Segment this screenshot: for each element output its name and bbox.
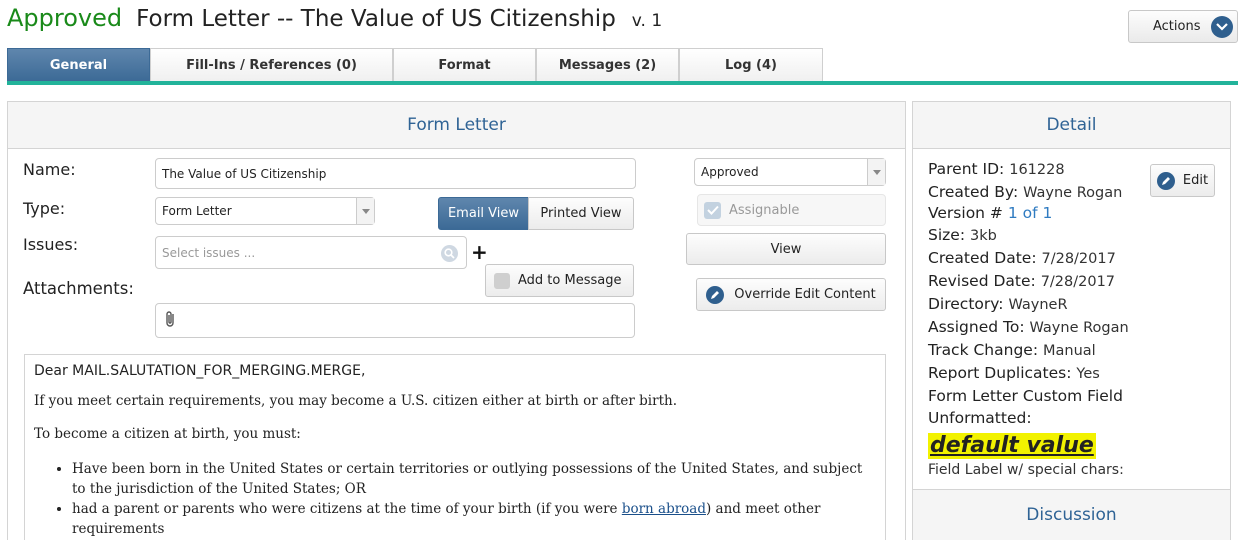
checkbox-icon: [494, 272, 510, 289]
status-label: Approved: [7, 4, 123, 32]
tab-label: Fill-Ins / References (0): [186, 57, 357, 73]
search-icon: [441, 245, 458, 265]
status-select[interactable]: Approved: [694, 158, 886, 186]
add-to-message-button[interactable]: Add to Message: [485, 264, 634, 297]
tab-label: General: [49, 57, 108, 73]
version-label: v. 1: [631, 11, 663, 31]
type-label: Type:: [23, 199, 66, 218]
created-by-label: Created By:: [928, 183, 1019, 201]
assigned-to-label: Assigned To:: [928, 318, 1025, 336]
created-by-value: Wayne Rogan: [1023, 185, 1123, 201]
list-item: Have been born in the United States or c…: [72, 459, 876, 499]
parent-id-value: 161228: [1009, 162, 1065, 178]
detail-fields: Parent ID: 161228 Created By: Wayne Roga…: [928, 158, 1138, 204]
directory-value: WayneR: [1008, 297, 1068, 313]
printed-view-button[interactable]: Printed View: [528, 197, 634, 230]
page-title: Form Letter -- The Value of US Citizensh…: [136, 6, 616, 32]
tab-general[interactable]: General: [7, 48, 150, 81]
issues-placeholder: Select issues ...: [162, 245, 256, 260]
size-value: 3kb: [969, 228, 997, 244]
form-letter-panel-title: Form Letter: [8, 102, 905, 149]
add-issue-icon[interactable]: +: [471, 240, 488, 264]
tab-bar: General Fill-Ins / References (0) Format…: [7, 48, 823, 81]
tab-fill-ins[interactable]: Fill-Ins / References (0): [150, 48, 393, 81]
special-chars-label: Field Label w/ special chars:: [928, 462, 1124, 478]
letter-salutation: Dear MAIL.SALUTATION_FOR_MERGING.MERGE,: [34, 363, 366, 379]
chevron-down-icon: [356, 198, 374, 224]
tab-label: Log (4): [725, 57, 777, 73]
issues-label: Issues:: [23, 235, 79, 254]
detail-panel-title: Detail: [913, 102, 1230, 149]
check-icon: [704, 201, 721, 219]
letter-list: Have been born in the United States or c…: [72, 459, 876, 539]
issues-input[interactable]: Select issues ...: [155, 236, 467, 269]
override-label: Override Edit Content: [734, 287, 876, 302]
discussion-panel-title: Discussion: [913, 489, 1230, 540]
track-change-value: Manual: [1043, 343, 1096, 359]
actions-label: Actions: [1153, 19, 1201, 34]
tab-underline: [7, 81, 1238, 85]
tab-log[interactable]: Log (4): [679, 48, 823, 81]
type-select[interactable]: Form Letter: [155, 197, 375, 225]
pencil-icon: [1156, 171, 1175, 190]
custom-field-label: Form Letter Custom Field Unformatted:: [928, 387, 1123, 427]
tab-messages[interactable]: Messages (2): [536, 48, 679, 81]
pencil-icon: [706, 285, 725, 304]
paperclip-icon[interactable]: [164, 310, 178, 331]
letter-paragraph: If you meet certain requirements, you ma…: [34, 393, 677, 409]
custom-field-value: default value: [928, 433, 1096, 459]
status-select-value: Approved: [701, 165, 759, 179]
assignable-checkbox[interactable]: Assignable: [697, 194, 886, 226]
tab-label: Format: [438, 57, 491, 73]
edit-label: Edit: [1182, 173, 1209, 188]
edit-button[interactable]: Edit: [1150, 164, 1215, 197]
letter-paragraph: To become a citizen at birth, you must:: [34, 426, 301, 442]
report-duplicates-label: Report Duplicates:: [928, 364, 1072, 382]
chevron-down-icon: [1211, 16, 1233, 38]
revised-date-value: 7/28/2017: [1040, 274, 1116, 290]
list-item-text: had a parent or parents who were citizen…: [72, 501, 622, 517]
actions-button[interactable]: Actions: [1128, 10, 1238, 43]
attachments-label: Attachments:: [23, 279, 134, 298]
created-date-label: Created Date:: [928, 249, 1037, 267]
email-view-button[interactable]: Email View: [438, 197, 529, 230]
name-input[interactable]: The Value of US Citizenship: [155, 158, 636, 189]
type-value: Form Letter: [162, 204, 232, 218]
born-abroad-link[interactable]: born abroad: [622, 501, 706, 517]
tab-format[interactable]: Format: [393, 48, 536, 81]
view-button[interactable]: View: [686, 233, 886, 265]
version-label: Version #: [928, 204, 1003, 222]
assignable-label: Assignable: [729, 202, 800, 218]
created-date-value: 7/28/2017: [1041, 251, 1116, 267]
detail-fields-2: Version # 1 of 1 Size: 3kb Created Date:…: [928, 202, 1228, 481]
name-label: Name:: [23, 160, 76, 179]
add-to-message-label: Add to Message: [518, 273, 622, 288]
revised-date-label: Revised Date:: [928, 272, 1036, 290]
page-header: Approved Form Letter -- The Value of US …: [7, 4, 662, 36]
parent-id-label: Parent ID:: [928, 160, 1005, 178]
letter-content[interactable]: Dear MAIL.SALUTATION_FOR_MERGING.MERGE, …: [24, 354, 886, 540]
version-link[interactable]: 1 of 1: [1008, 204, 1053, 222]
chevron-down-icon: [867, 159, 885, 185]
list-item: had a parent or parents who were citizen…: [72, 499, 876, 539]
assigned-to-value: Wayne Rogan: [1029, 320, 1129, 336]
report-duplicates-value: Yes: [1076, 366, 1100, 382]
size-label: Size:: [928, 226, 966, 244]
attachments-field[interactable]: [155, 303, 635, 338]
directory-label: Directory:: [928, 295, 1004, 313]
override-edit-content-button[interactable]: Override Edit Content: [696, 278, 886, 311]
tab-label: Messages (2): [558, 57, 657, 73]
track-change-label: Track Change:: [928, 341, 1039, 359]
